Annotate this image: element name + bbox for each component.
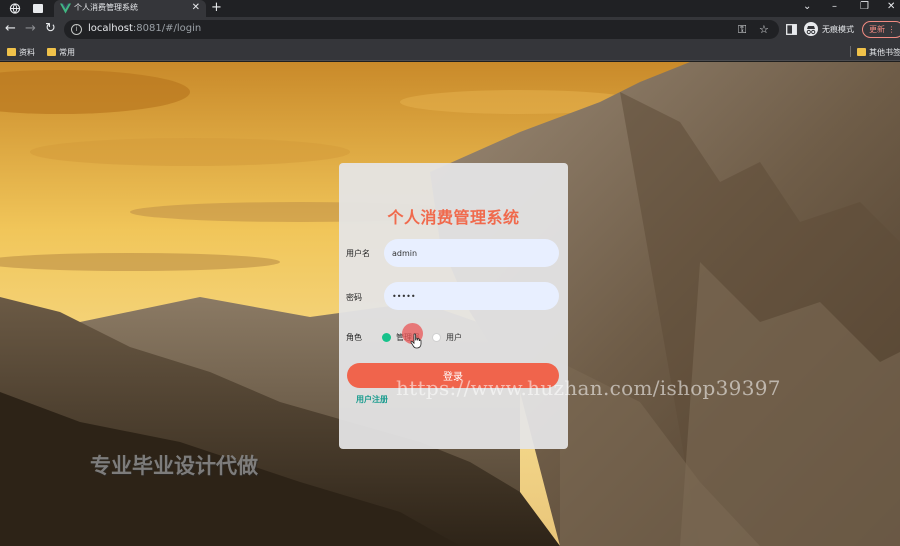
role-user-label[interactable]: 用户 [446, 332, 462, 343]
folder-icon [7, 48, 16, 56]
tab-title: 个人消费管理系统 [74, 3, 138, 12]
bookmark-label: 常用 [59, 47, 75, 57]
watermark-ad: 专业毕业设计代做 [90, 454, 258, 478]
side-panel-icon[interactable] [786, 24, 797, 35]
restore-icon[interactable]: ❐ [860, 0, 869, 14]
forward-arrow-icon[interactable]: → [25, 22, 36, 36]
page-viewport: 个人消费管理系统 用户名 密码 角色 管理员 用户 登录 用户注册 https:… [0, 62, 900, 546]
username-label: 用户名 [346, 249, 370, 258]
update-button[interactable]: 更新 ⋮ [862, 21, 900, 38]
password-input[interactable] [384, 282, 559, 310]
globe-icon[interactable] [9, 3, 21, 14]
window-close-icon[interactable]: ✕ [887, 0, 895, 14]
role-radio-admin[interactable] [382, 333, 391, 342]
bookmark-folder[interactable]: 资料 [7, 46, 35, 58]
folder-icon [47, 48, 56, 56]
update-label: 更新 [869, 25, 885, 34]
incognito-avatar-icon[interactable] [804, 22, 818, 36]
hand-cursor-icon [410, 333, 422, 349]
address-bar-url[interactable]: localhost:8081/#/login [88, 23, 201, 34]
minimize-icon[interactable]: – [832, 0, 837, 14]
url-host: localhost [88, 23, 133, 34]
login-card: 个人消费管理系统 用户名 密码 角色 管理员 用户 登录 用户注册 [339, 163, 568, 449]
tab-close-icon[interactable]: ✕ [192, 1, 200, 15]
site-info-icon[interactable]: i [71, 24, 82, 35]
new-tab-icon[interactable]: + [211, 0, 222, 16]
password-label: 密码 [346, 293, 362, 302]
reload-icon[interactable]: ↻ [45, 22, 56, 36]
role-label: 角色 [346, 333, 362, 342]
browser-toolbar: ← → ↻ i localhost:8081/#/login ⚿ ☆ 无痕模式 … [0, 17, 900, 42]
url-path: :8081/#/login [132, 23, 202, 34]
key-icon[interactable]: ⚿ [738, 23, 746, 36]
other-bookmarks-label: 其他书签 [869, 47, 900, 57]
login-title: 个人消费管理系统 [387, 208, 520, 227]
folder-icon [857, 48, 866, 56]
username-input[interactable] [384, 239, 559, 267]
back-arrow-icon[interactable]: ← [5, 22, 16, 36]
bookmark-label: 资料 [19, 47, 35, 57]
bookmark-folder[interactable]: 常用 [47, 46, 75, 58]
address-bar[interactable]: i localhost:8081/#/login ⚿ ☆ [64, 20, 779, 39]
browser-tab-active[interactable]: 个人消费管理系统 ✕ [54, 0, 206, 17]
bookmark-star-icon[interactable]: ☆ [759, 23, 769, 36]
register-link[interactable]: 用户注册 [356, 394, 388, 405]
watermark-url: https://www.huzhan.com/ishop39397 [396, 376, 781, 400]
tab-search-chevron-icon[interactable]: ⌄ [803, 0, 811, 14]
bookmarks-bar: 资料 常用 其他书签 [0, 42, 900, 61]
role-radio-user[interactable] [432, 333, 441, 342]
other-bookmarks[interactable]: 其他书签 [857, 46, 900, 58]
window-icon[interactable] [32, 3, 44, 14]
browser-tab-strip: 个人消费管理系统 ✕ + ⌄ – ❐ ✕ [0, 0, 900, 17]
incognito-label: 无痕模式 [822, 25, 854, 34]
vue-logo-icon [60, 3, 71, 14]
bookmarks-divider [850, 46, 851, 57]
